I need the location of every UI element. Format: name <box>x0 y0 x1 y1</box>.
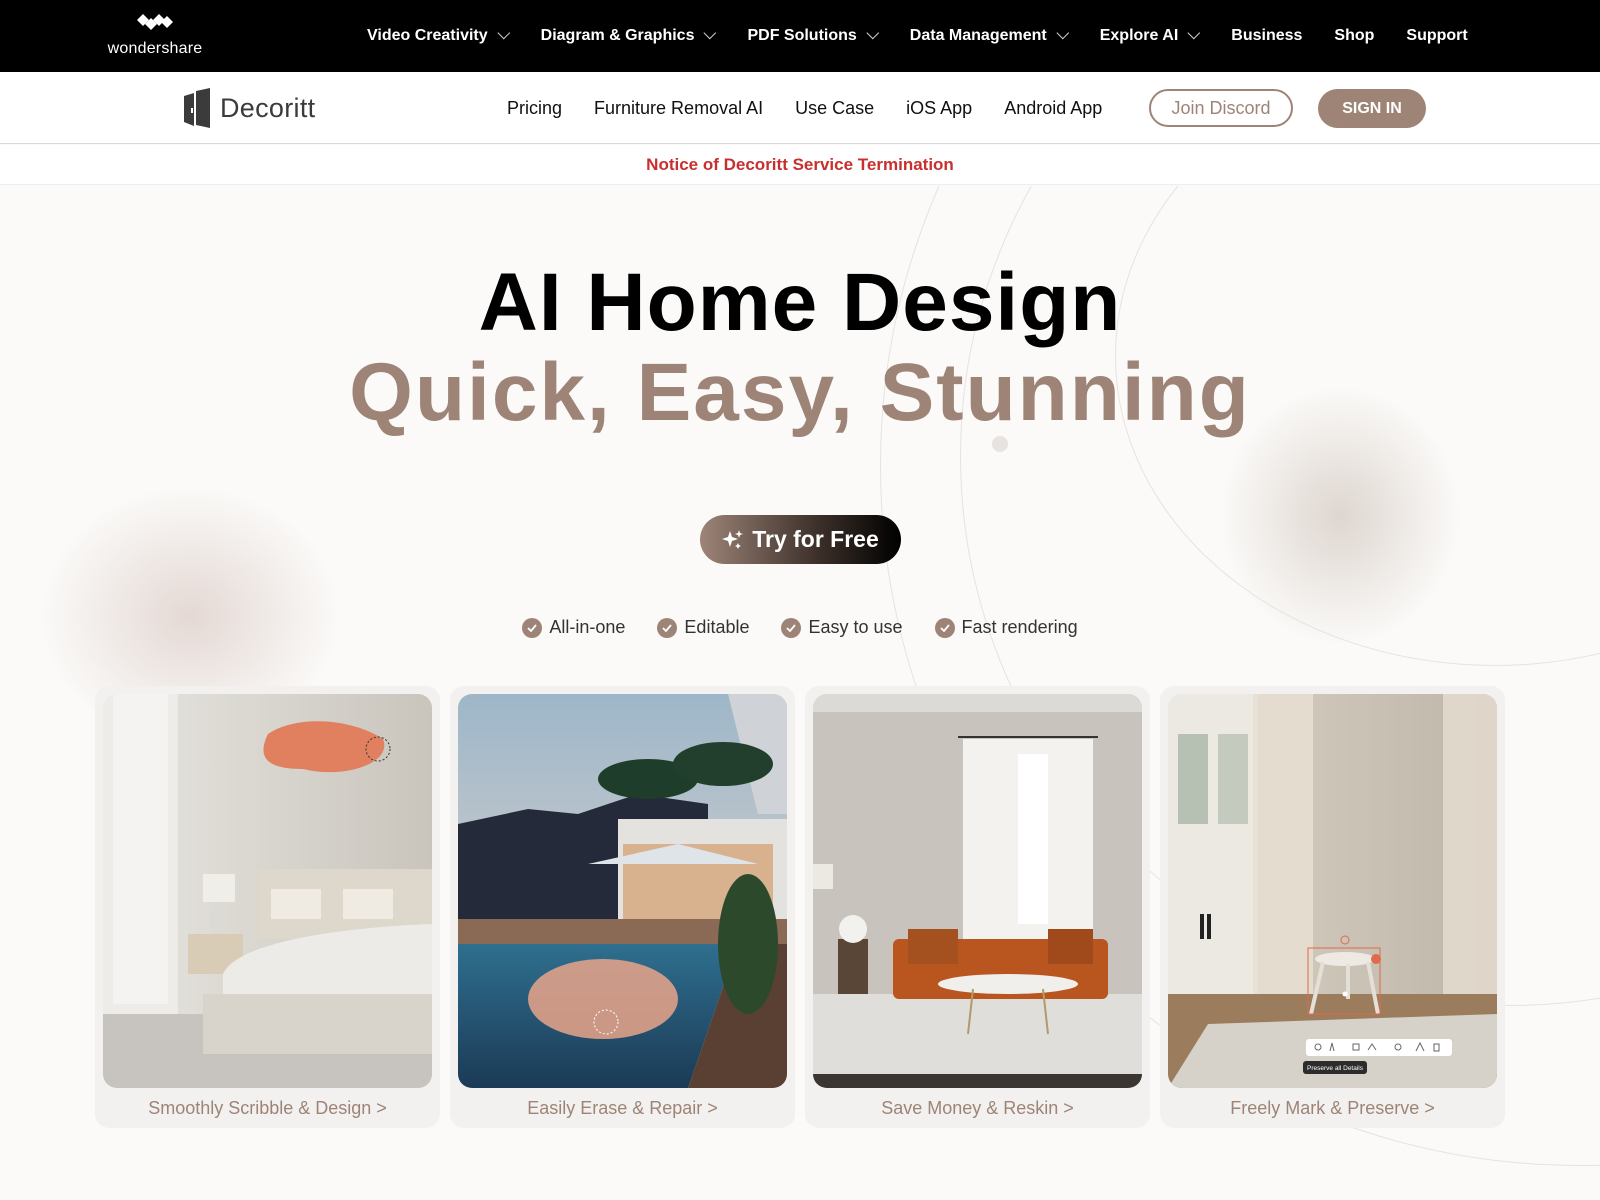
nav-furniture-removal-ai[interactable]: Furniture Removal AI <box>594 98 763 119</box>
card-caption: Easily Erase & Repair > <box>527 1098 718 1118</box>
wondershare-logo[interactable]: wondershare <box>100 14 210 64</box>
decoritt-nav: Pricing Furniture Removal AI Use Case iO… <box>507 72 1134 144</box>
card-caption: Smoothly Scribble & Design > <box>148 1098 387 1118</box>
card-caption: Save Money & Reskin > <box>881 1098 1074 1118</box>
chevron-down-icon <box>1056 26 1069 39</box>
topnav-label: Data Management <box>909 27 1047 44</box>
notice-bar: Notice of Decoritt Service Termination <box>0 145 1600 185</box>
decoritt-logo[interactable]: Decoritt <box>182 88 315 128</box>
decorative-dot <box>992 436 1008 452</box>
topnav-label: Shop <box>1334 27 1375 44</box>
wondershare-logo-icon <box>137 14 173 30</box>
feature-label: Easy to use <box>808 617 903 637</box>
decoritt-wordmark: Decoritt <box>220 92 316 123</box>
check-circle-icon <box>657 617 678 638</box>
nav-ios-app[interactable]: iOS App <box>906 98 972 119</box>
feature-label: Editable <box>684 617 750 637</box>
service-termination-notice-link[interactable]: Notice of Decoritt Service Termination <box>646 155 954 175</box>
chevron-down-icon <box>497 26 510 39</box>
wondershare-wordmark: wondershare <box>107 40 203 57</box>
topnav-label: Diagram & Graphics <box>540 27 695 44</box>
nav-android-app[interactable]: Android App <box>1004 98 1102 119</box>
chevron-down-icon <box>703 26 717 39</box>
feature-item: Editable <box>657 617 749 638</box>
feature-item: Easy to use <box>781 617 903 638</box>
feature-card-erase[interactable]: Easily Erase & Repair > <box>450 686 795 1128</box>
sparkles-icon <box>722 529 744 549</box>
topnav-diagram-graphics[interactable]: Diagram & Graphics <box>540 26 717 45</box>
topnav-shop[interactable]: Shop <box>1334 27 1374 45</box>
stool-room-image: Preserve all Details <box>1168 694 1497 1088</box>
feature-card-preserve[interactable]: Preserve all Details Freely Mark & Prese… <box>1160 686 1505 1128</box>
living-room-image <box>813 694 1142 1088</box>
pool-image <box>458 694 787 1088</box>
topnav-explore-ai[interactable]: Explore AI <box>1099 26 1201 45</box>
try-for-free-label: Try for Free <box>752 526 879 552</box>
feature-label: Fast rendering <box>961 617 1078 637</box>
check-circle-icon <box>522 617 543 638</box>
topnav-support[interactable]: Support <box>1406 27 1467 45</box>
check-circle-icon <box>781 617 802 638</box>
feature-label: All-in-one <box>549 617 626 637</box>
nav-use-case[interactable]: Use Case <box>795 98 874 119</box>
nav-pricing[interactable]: Pricing <box>507 98 562 119</box>
chevron-down-icon <box>1187 26 1201 39</box>
hero-title: AI Home Design <box>478 257 1122 348</box>
wondershare-nav: Video Creativity Diagram & Graphics PDF … <box>367 0 1500 72</box>
try-for-free-button[interactable]: Try for Free <box>700 515 901 564</box>
topnav-label: Explore AI <box>1099 27 1179 44</box>
wondershare-topbar: wondershare Video Creativity Diagram & G… <box>0 0 1600 72</box>
bedroom-image <box>103 694 432 1088</box>
feature-item: All-in-one <box>522 617 625 638</box>
topnav-label: Business <box>1231 27 1303 44</box>
check-circle-icon <box>934 617 955 638</box>
feature-list: All-in-one Editable Easy to use Fast ren… <box>0 617 1600 638</box>
topnav-label: Video Creativity <box>367 27 488 44</box>
sign-in-button[interactable]: SIGN IN <box>1318 89 1426 128</box>
decoritt-header: Decoritt Pricing Furniture Removal AI Us… <box>0 72 1600 144</box>
chevron-down-icon <box>866 26 879 39</box>
card-caption: Freely Mark & Preserve > <box>1230 1098 1435 1118</box>
topnav-business[interactable]: Business <box>1231 27 1302 45</box>
preserve-tooltip: Preserve all Details <box>1307 1065 1364 1072</box>
topnav-label: PDF Solutions <box>747 27 857 44</box>
feature-card-reskin[interactable]: Save Money & Reskin > <box>805 686 1150 1128</box>
topnav-data-management[interactable]: Data Management <box>909 26 1069 45</box>
feature-cards: Smoothly Scribble & Design > Easily Eras… <box>95 686 1515 1128</box>
decoritt-door-icon <box>184 88 210 128</box>
hero-subtitle: Quick, Easy, Stunning <box>349 347 1251 438</box>
feature-item: Fast rendering <box>934 617 1078 638</box>
join-discord-button[interactable]: Join Discord <box>1149 89 1293 127</box>
feature-card-scribble[interactable]: Smoothly Scribble & Design > <box>95 686 440 1128</box>
topnav-video-creativity[interactable]: Video Creativity <box>367 26 510 45</box>
topnav-label: Support <box>1406 27 1468 44</box>
topnav-pdf-solutions[interactable]: PDF Solutions <box>747 26 879 45</box>
